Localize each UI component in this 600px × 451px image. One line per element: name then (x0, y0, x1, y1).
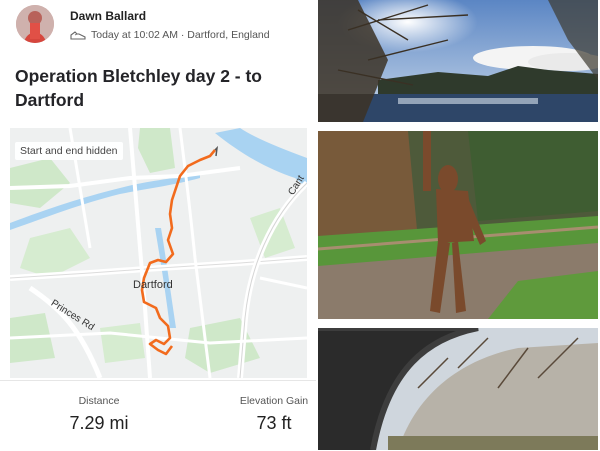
photo-sculpture[interactable] (318, 131, 598, 319)
elevation-label: Elevation Gain (239, 395, 309, 407)
lake-photo-image (318, 0, 598, 122)
privacy-badge: Start and end hidden (15, 142, 123, 160)
distance-stat: Distance 7.29 mi (52, 395, 146, 434)
elevation-value: 73 ft (256, 413, 292, 433)
elevation-stat: Elevation Gain 73 ft (222, 395, 326, 434)
photo-lake[interactable] (318, 0, 598, 122)
map-town-label: Dartford (133, 279, 173, 291)
activity-meta: Today at 10:02 AM · Dartford, England (70, 29, 270, 41)
map-canvas (10, 128, 307, 378)
distance-label: Distance (78, 395, 120, 407)
activity-title[interactable]: Operation Bletchley day 2 - to Dartford (15, 64, 311, 112)
activity-time-location: Today at 10:02 AM · Dartford, England (91, 29, 270, 41)
activity-panel: Dawn Ballard Today at 10:02 AM · Dartfor… (0, 0, 316, 450)
avatar-photo (16, 5, 54, 43)
distance-value: 7.29 mi (69, 413, 129, 433)
avatar[interactable] (16, 5, 54, 43)
author-name[interactable]: Dawn Ballard (70, 9, 146, 23)
route-map[interactable]: Start and end hidden Dartford Princes Rd… (10, 128, 307, 378)
photo-bridge[interactable] (318, 328, 598, 450)
sculpture-photo-image (318, 131, 598, 319)
photo-grid (316, 0, 600, 450)
bridge-photo-image (318, 328, 598, 450)
shoe-icon (70, 31, 86, 40)
activity-stats: Distance 7.29 mi Elevation Gain 73 ft (0, 380, 316, 451)
